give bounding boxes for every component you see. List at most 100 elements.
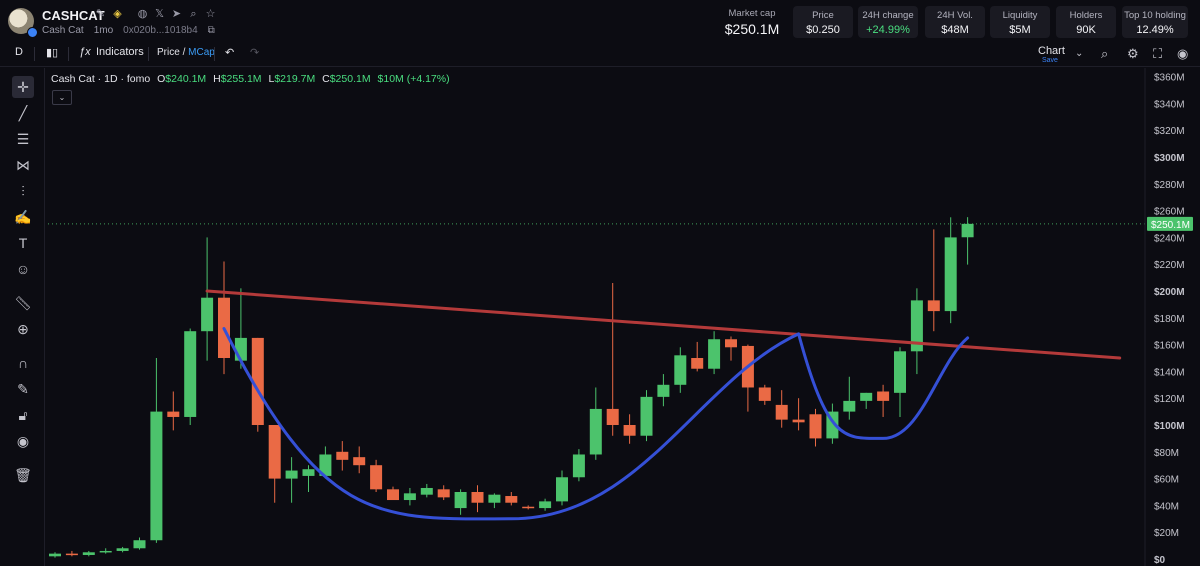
lock-icon[interactable]: 🔓︎ [12, 404, 34, 426]
candle-body[interactable] [860, 392, 873, 401]
candle-body[interactable] [370, 465, 383, 490]
x-icon[interactable]: 𝕏 [154, 9, 165, 20]
candle-body[interactable] [877, 391, 890, 401]
symbol-label[interactable]: Cash Cat · 1D · fomo [51, 73, 150, 85]
eye-icon[interactable]: ◉ [12, 430, 34, 452]
interval-button[interactable]: D [15, 46, 23, 58]
candle-body[interactable] [623, 425, 636, 436]
candle-type-icon[interactable]: ▮▯ [46, 46, 58, 59]
settings-gear-icon[interactable]: ⚙ [1127, 46, 1139, 62]
candle-body[interactable] [353, 457, 366, 466]
candle-body[interactable] [944, 237, 957, 312]
candle-body[interactable] [150, 411, 163, 541]
indicators-button[interactable]: Indicators [96, 46, 144, 58]
candle-body[interactable] [927, 300, 940, 312]
candle-body[interactable] [894, 351, 906, 393]
candle-body[interactable] [708, 339, 721, 369]
candle-body[interactable] [606, 408, 619, 425]
candle-body[interactable] [99, 550, 112, 553]
candle-body[interactable] [82, 552, 95, 555]
horizontal-lines-icon[interactable]: ☰ [12, 128, 34, 150]
ruler-icon[interactable]: 📏︎ [12, 292, 34, 314]
candle-body[interactable] [725, 339, 737, 348]
chevron-down-icon[interactable]: ⌄ [1075, 48, 1083, 59]
candle-body[interactable] [65, 553, 78, 556]
copy-icon[interactable]: ⧉ [208, 25, 215, 36]
candle-body[interactable] [758, 387, 771, 401]
candle-body[interactable] [674, 355, 687, 385]
low-value: $219.7M [274, 73, 316, 85]
candle-body[interactable] [336, 451, 349, 460]
pattern-icon[interactable]: ⋈ [12, 154, 34, 176]
legend-collapse-chevron-icon[interactable]: ⌄ [52, 90, 72, 105]
candle-body[interactable] [268, 425, 281, 479]
star-icon[interactable]: ☆ [205, 9, 216, 20]
header-icon-row: ✎ ◈ ◍ 𝕏 ➤ ⌕ ☆ [95, 9, 216, 20]
y-tick-label: $80M [1154, 448, 1179, 459]
candle-body[interactable] [792, 419, 805, 423]
contract-address[interactable]: 0x020b...1018b4 [123, 25, 198, 36]
candle-body[interactable] [116, 548, 129, 551]
candle-body[interactable] [657, 384, 670, 397]
candle-body[interactable] [775, 404, 788, 420]
globe-icon[interactable]: ◍ [137, 9, 148, 20]
candle-body[interactable] [49, 553, 61, 557]
candle-body[interactable] [809, 414, 822, 439]
y-tick-label: $100M [1154, 421, 1185, 432]
emoji-icon[interactable]: ☺ [12, 258, 34, 280]
candle-body[interactable] [505, 496, 518, 503]
candle-body[interactable] [488, 494, 501, 503]
telegram-icon[interactable]: ➤ [171, 9, 182, 20]
quick-search-icon[interactable]: ⌕ [1101, 46, 1108, 62]
y-tick-label: $0 [1154, 555, 1166, 566]
pencil-icon[interactable]: ✎ [95, 9, 106, 20]
candle-body[interactable] [167, 411, 180, 417]
candle-body[interactable] [572, 454, 585, 478]
liquidity-stat: Liquidity $5M [990, 6, 1050, 38]
candle-body[interactable] [302, 469, 315, 476]
coin-icon[interactable]: ◈ [112, 9, 123, 20]
candle-body[interactable] [522, 506, 535, 509]
top10-holding-stat: Top 10 holding 12.49% [1122, 6, 1188, 38]
token-name: Cash Cat [42, 25, 84, 36]
magnet-icon[interactable]: ∩ [12, 352, 34, 374]
zoom-in-icon[interactable]: ⊕ [12, 318, 34, 340]
search-icon[interactable]: ⌕ [188, 9, 199, 20]
chart-layout-label[interactable]: Chart [1038, 45, 1065, 57]
redo-icon[interactable]: ↷ [250, 46, 259, 59]
candle-body[interactable] [539, 501, 552, 509]
fullscreen-icon[interactable]: ⛶ [1153, 46, 1162, 62]
fib-retracement-icon[interactable]: ⫶ [12, 180, 34, 202]
candle-body[interactable] [556, 477, 568, 502]
candle-body[interactable] [961, 223, 974, 238]
crosshair-icon[interactable]: ✛ [12, 76, 34, 98]
price-mcap-toggle[interactable]: Price / MCap [157, 47, 215, 58]
brush-icon[interactable]: ✍ [12, 206, 34, 228]
text-icon[interactable]: T [12, 232, 34, 254]
candle-body[interactable] [387, 489, 399, 501]
candle-body[interactable] [420, 487, 433, 495]
candle-body[interactable] [133, 540, 146, 549]
pencil-lock-icon[interactable]: ✎ [12, 378, 34, 400]
trend-line-icon[interactable]: ╱ [12, 102, 34, 124]
y-tick-label: $360M [1154, 73, 1185, 84]
indicators-icon[interactable]: ƒx [79, 46, 91, 58]
candle-body[interactable] [589, 408, 602, 455]
save-layout-label[interactable]: Save [1042, 57, 1058, 64]
candle-body[interactable] [437, 489, 450, 498]
resistance-trendline[interactable] [205, 289, 1122, 360]
candle-body[interactable] [843, 400, 856, 412]
camera-icon[interactable]: ◉ [1177, 46, 1188, 62]
candle-body[interactable] [201, 297, 214, 332]
candle-body[interactable] [691, 358, 704, 369]
candle-body[interactable] [454, 492, 467, 509]
undo-icon[interactable]: ↶ [225, 46, 234, 59]
candle-body[interactable] [234, 337, 247, 361]
candle-body[interactable] [471, 492, 484, 503]
candle-body[interactable] [640, 396, 653, 436]
verified-badge-icon [27, 27, 38, 38]
candle-body[interactable] [184, 331, 197, 417]
candle-body[interactable] [403, 493, 416, 501]
trash-icon[interactable]: 🗑︎ [12, 464, 34, 486]
candle-body[interactable] [285, 470, 298, 479]
